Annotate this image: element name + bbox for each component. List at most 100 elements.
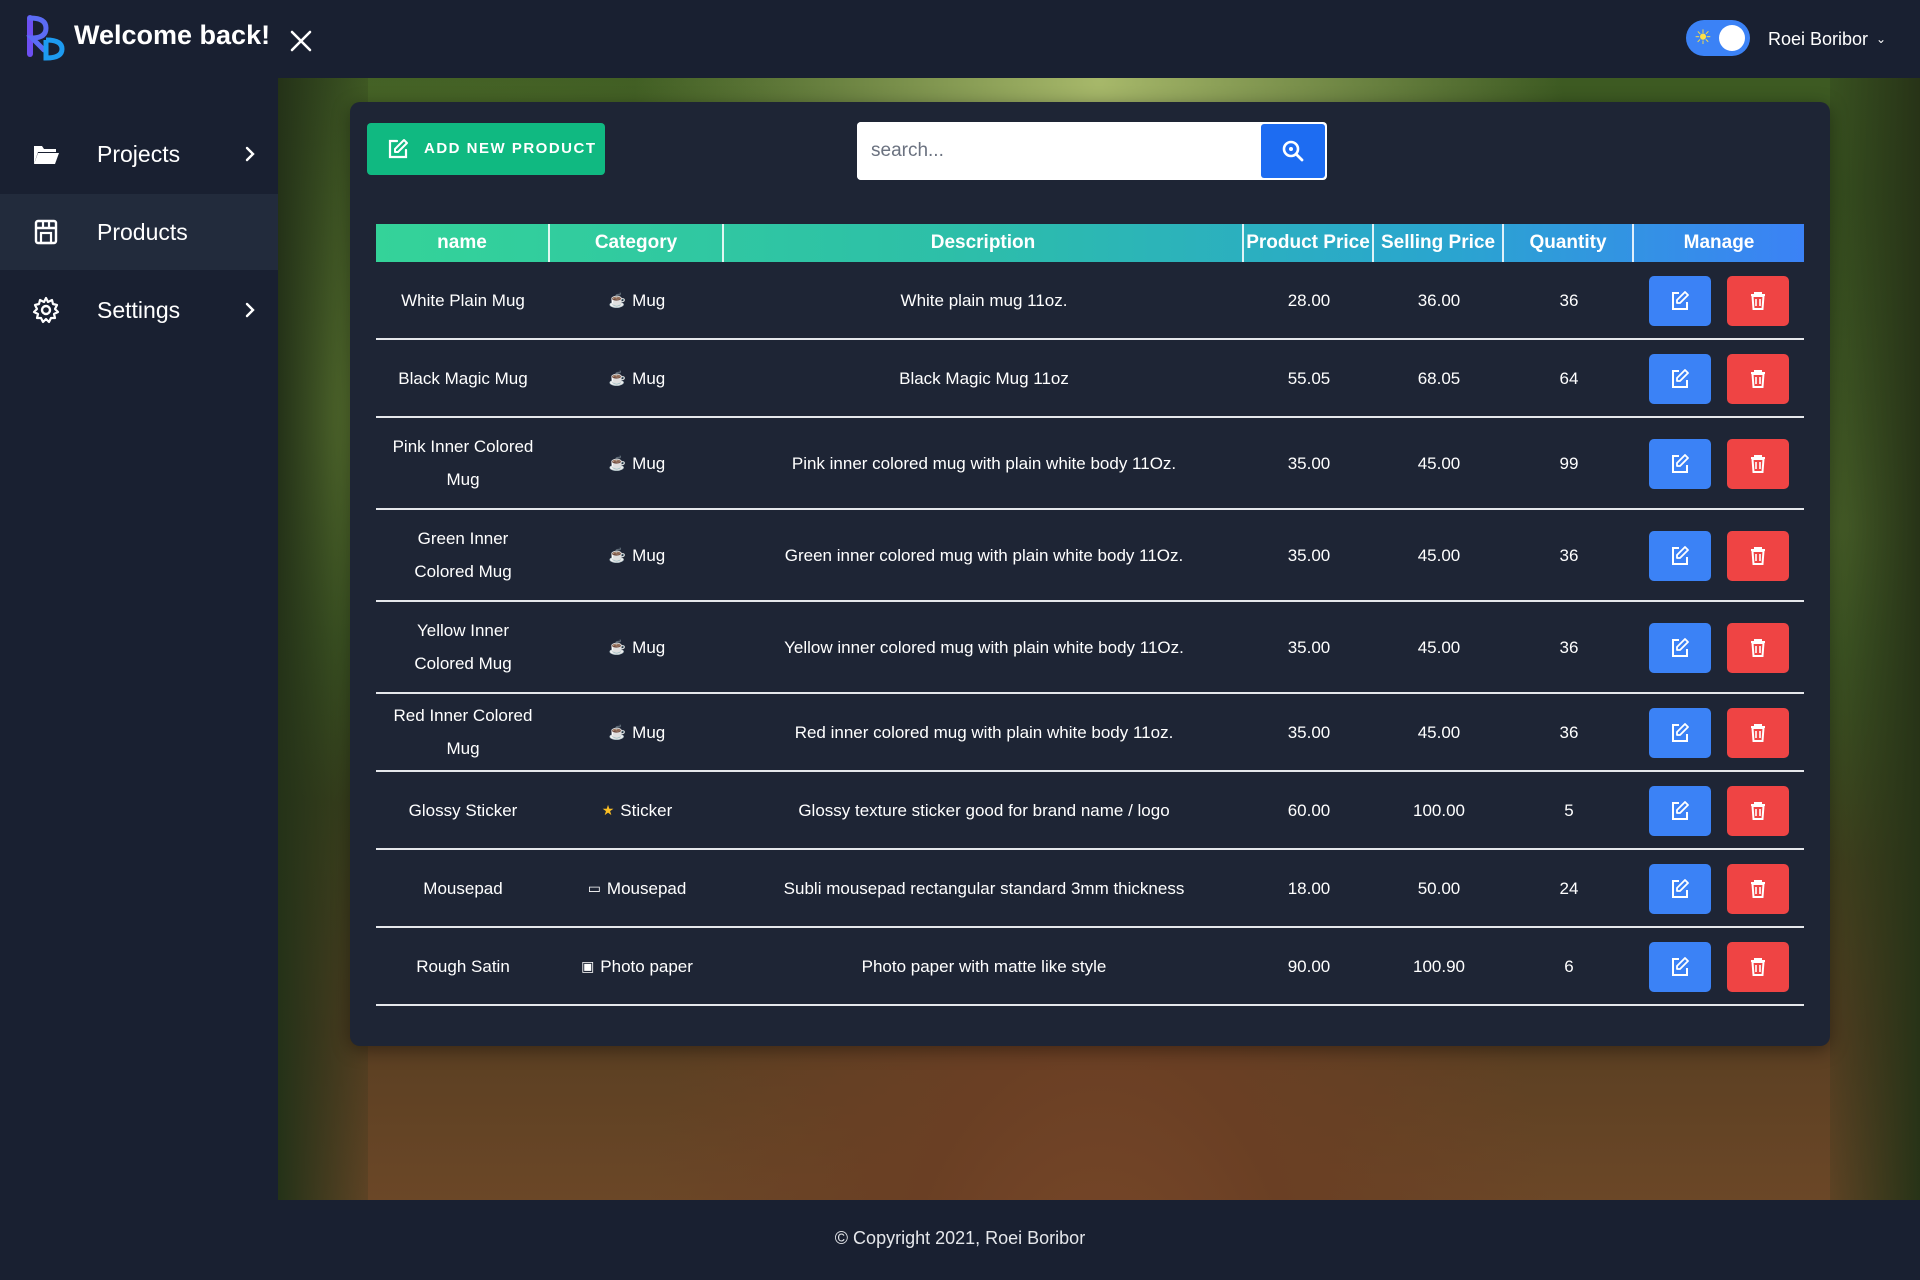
category-icon: ☕ [608, 546, 627, 563]
cell-description: Photo paper with matte like style [861, 956, 1107, 976]
cell-quantity: 6 [1564, 956, 1574, 976]
cell-description: Pink inner colored mug with plain white … [791, 453, 1177, 473]
delete-button[interactable] [1727, 531, 1789, 581]
table-row: White Plain Mug ☕ Mug White plain mug 11oz.… [376, 262, 1804, 340]
cell-name: Yellow Inner Colored Mug [414, 621, 512, 673]
table-row: Glossy Sticker ★ Sticker Glossy texture sti… [376, 772, 1804, 850]
delete-button[interactable] [1727, 786, 1789, 836]
delete-button[interactable] [1727, 942, 1789, 992]
search-icon [1282, 140, 1304, 162]
delete-button[interactable] [1727, 708, 1789, 758]
edit-button[interactable] [1649, 708, 1711, 758]
category-icon: ★ [601, 801, 615, 818]
column-header-quantity[interactable]: Quantity [1504, 224, 1634, 262]
table-row: Yellow Inner Colored Mug ☕ Mug Yellow inner… [376, 602, 1804, 694]
edit-icon [1672, 454, 1689, 473]
cell-product-price: 35.00 [1287, 545, 1331, 565]
column-header-category[interactable]: Category [550, 224, 724, 262]
cell-description: Glossy texture sticker good for brand na… [798, 800, 1170, 820]
cell-quantity: 36 [1559, 290, 1579, 310]
category-label: Mousepad [606, 878, 687, 898]
trash-icon [1751, 802, 1765, 820]
category-icon: ▣ [581, 957, 595, 974]
cell-name: Red Inner Colored Mug [393, 706, 533, 758]
category-icon: ☕ [608, 638, 627, 655]
sidebar-item-settings[interactable]: Settings [0, 272, 278, 348]
trash-icon [1751, 292, 1765, 310]
cell-product-price: 35.00 [1287, 637, 1331, 657]
user-name: Roei Boribor [1768, 28, 1869, 49]
cell-category: ☕ Mug [550, 340, 724, 416]
edit-button[interactable] [1649, 942, 1711, 992]
trash-icon [1751, 724, 1765, 742]
category-icon: ☕ [608, 723, 627, 740]
delete-button[interactable] [1727, 439, 1789, 489]
column-header-description[interactable]: Description [724, 224, 1244, 262]
cell-product-price: 18.00 [1287, 878, 1331, 898]
edit-icon [1672, 879, 1689, 898]
table-row: Red Inner Colored Mug ☕ Mug Red inner color… [376, 694, 1804, 772]
add-product-button[interactable]: ADD NEW PRODUCT [367, 123, 605, 175]
cell-product-price: 90.00 [1287, 956, 1331, 976]
category-label: Mug [632, 545, 666, 565]
trash-icon [1751, 370, 1765, 388]
table-row: Pink Inner Colored Mug ☕ Mug Pink inner col… [376, 418, 1804, 510]
cell-name: Green Inner Colored Mug [414, 529, 512, 581]
column-header-name[interactable]: name [376, 224, 550, 262]
search-button[interactable] [1261, 124, 1325, 178]
edit-button[interactable] [1649, 786, 1711, 836]
chevron-right-icon [245, 302, 255, 318]
user-menu[interactable]: Roei Boribor ⌄ [1768, 26, 1886, 52]
search-input[interactable] [857, 122, 1261, 180]
close-icon[interactable] [286, 26, 316, 56]
edit-button[interactable] [1649, 276, 1711, 326]
chevron-right-icon [245, 146, 255, 162]
column-header-selling-price[interactable]: Selling Price [1374, 224, 1504, 262]
cell-category: ☕ Mug [550, 694, 724, 770]
edit-icon [1672, 369, 1689, 388]
welcome-title: Welcome back! [74, 20, 271, 50]
edit-icon [1672, 291, 1689, 310]
table-row: Rough Satin ▣ Photo paper Photo paper with … [376, 928, 1804, 1006]
cell-selling-price: 100.90 [1413, 956, 1465, 976]
theme-toggle[interactable]: ☀ [1686, 20, 1750, 56]
background-foliage-right [1830, 78, 1920, 1200]
category-icon: ☕ [608, 454, 627, 471]
cell-name: Black Magic Mug [398, 368, 528, 388]
delete-button[interactable] [1727, 623, 1789, 673]
cell-description: Green inner colored mug with plain white… [784, 545, 1184, 565]
cell-quantity: 36 [1559, 545, 1579, 565]
edit-button[interactable] [1649, 354, 1711, 404]
store-icon [34, 219, 58, 245]
edit-button[interactable] [1649, 439, 1711, 489]
cell-selling-price: 50.00 [1417, 878, 1461, 898]
cell-quantity: 99 [1559, 453, 1579, 473]
cell-quantity: 5 [1564, 800, 1574, 820]
edit-button[interactable] [1649, 531, 1711, 581]
sidebar-item-label: Products [97, 218, 188, 245]
search-box [857, 122, 1327, 180]
cell-quantity: 24 [1559, 878, 1579, 898]
delete-button[interactable] [1727, 354, 1789, 404]
sidebar-item-projects[interactable]: Projects [0, 116, 278, 192]
logo-icon [26, 15, 65, 61]
delete-button[interactable] [1727, 276, 1789, 326]
products-card: ADD NEW PRODUCT name Category Descriptio… [350, 102, 1830, 1046]
category-label: Photo paper [600, 956, 693, 976]
edit-button[interactable] [1649, 864, 1711, 914]
top-bar: Welcome back! ☀ Roei Boribor ⌄ [0, 0, 1920, 78]
edit-button[interactable] [1649, 623, 1711, 673]
cell-description: Black Magic Mug 11oz [899, 368, 1069, 388]
delete-button[interactable] [1727, 864, 1789, 914]
cell-name: Pink Inner Colored Mug [392, 437, 534, 489]
category-label: Sticker [620, 800, 673, 820]
cell-description: Yellow inner colored mug with plain whit… [784, 637, 1184, 657]
cell-name: Mousepad [423, 878, 503, 898]
cell-selling-price: 36.00 [1417, 290, 1461, 310]
column-header-product-price[interactable]: Product Price [1244, 224, 1374, 262]
category-label: Mug [632, 722, 666, 742]
cell-product-price: 35.00 [1287, 453, 1331, 473]
folder-icon [34, 146, 59, 164]
table-header: name Category Description Product Price … [376, 224, 1804, 262]
sidebar-item-products[interactable]: Products [0, 194, 278, 270]
